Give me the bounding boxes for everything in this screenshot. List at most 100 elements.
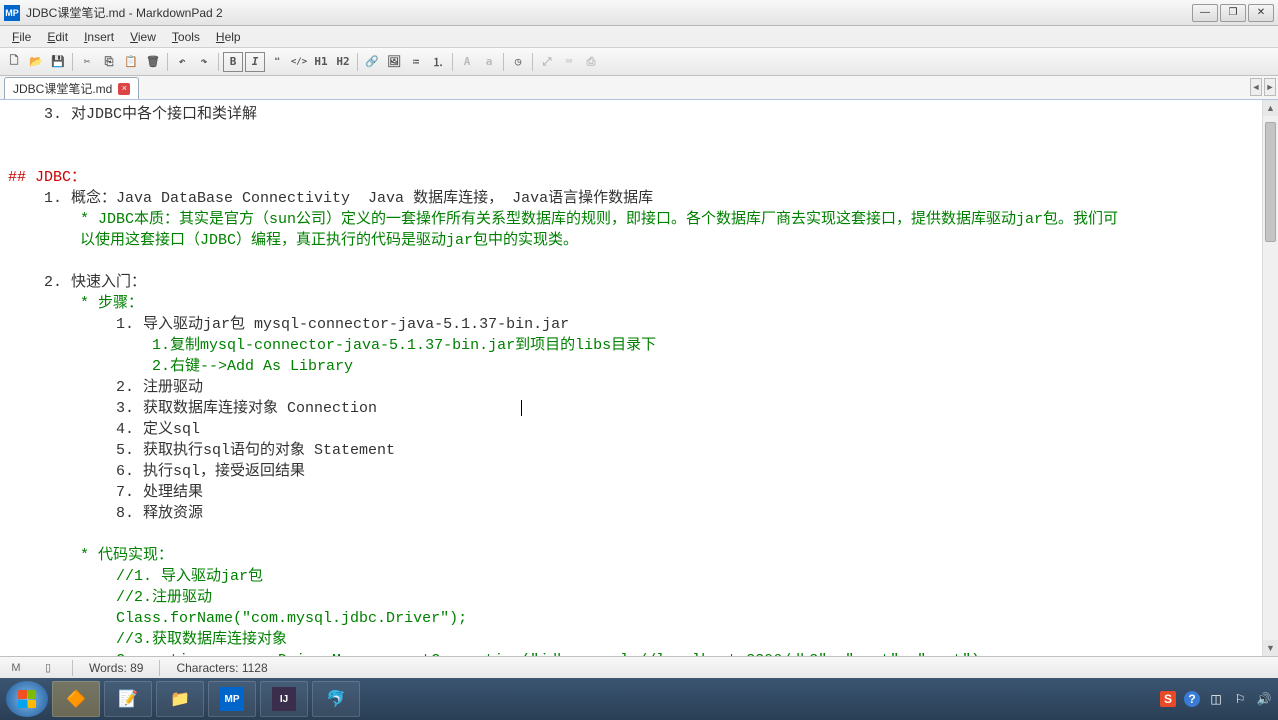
heading-h2: ## JDBC： bbox=[8, 169, 86, 186]
text-line: 获取执行sql语句的对象 Statement bbox=[143, 442, 395, 459]
list-number: 6. bbox=[8, 463, 143, 480]
bold-icon[interactable]: B bbox=[223, 52, 243, 72]
list-number: 1. bbox=[8, 316, 143, 333]
italic-icon[interactable]: I bbox=[245, 52, 265, 72]
text-line: 概念：Java DataBase Connectivity Java 数据库连接… bbox=[71, 190, 653, 207]
list-number: 7. bbox=[8, 484, 143, 501]
titlebar: MP JDBC课堂笔记.md - MarkdownPad 2 — ❐ ✕ bbox=[0, 0, 1278, 26]
menu-insert[interactable]: Insert bbox=[76, 28, 122, 46]
h1-icon[interactable]: H1 bbox=[311, 52, 331, 72]
code-icon[interactable]: </> bbox=[289, 52, 309, 72]
scroll-down-icon[interactable]: ▼ bbox=[1263, 640, 1278, 656]
maximize-button[interactable]: ❐ bbox=[1220, 4, 1246, 22]
delete-icon[interactable]: 🗑 bbox=[143, 52, 163, 72]
close-button[interactable]: ✕ bbox=[1248, 4, 1274, 22]
font-small-icon[interactable]: a bbox=[479, 52, 499, 72]
scroll-thumb[interactable] bbox=[1265, 122, 1276, 242]
text-line: 导入驱动jar包 mysql-connector-java-5.1.37-bin… bbox=[143, 316, 569, 333]
task-app1[interactable]: 🔶 bbox=[52, 681, 100, 717]
tool3-icon[interactable]: ⎙ bbox=[581, 52, 601, 72]
tabbar: JDBC课堂笔记.md × ◄ ► bbox=[0, 76, 1278, 100]
start-button[interactable] bbox=[6, 681, 48, 717]
list-number: 1. bbox=[8, 190, 71, 207]
new-icon[interactable]: 🗋 bbox=[4, 52, 24, 72]
toolbar: 🗋 📂 💾 ✂ ⎘ 📋 🗑 ↶ ↷ B I ❝ </> H1 H2 🔗 🖼 ≔ … bbox=[0, 48, 1278, 76]
scroll-up-icon[interactable]: ▲ bbox=[1263, 100, 1278, 116]
tool2-icon[interactable]: ⌨ bbox=[559, 52, 579, 72]
windows-logo-icon bbox=[18, 690, 36, 708]
text-comment: * JDBC本质：其实是官方（sun公司）定义的一套操作所有关系型数据库的规则，… bbox=[8, 211, 1118, 249]
text-comment: 1.复制mysql-connector-java-5.1.37-bin.jar到… bbox=[8, 337, 656, 354]
text-code: Class.forName("com.mysql.jdbc.Driver"); bbox=[8, 610, 467, 627]
quote-icon[interactable]: ❝ bbox=[267, 52, 287, 72]
window-title: JDBC课堂笔记.md - MarkdownPad 2 bbox=[26, 4, 1192, 21]
list-number: 8. bbox=[8, 505, 143, 522]
menubar: File Edit Insert View Tools Help bbox=[0, 26, 1278, 48]
taskbar: 🔶 📝 📁 MP IJ 🐬 S ? ◫ ⚐ 🔊 bbox=[0, 678, 1278, 720]
minimize-button[interactable]: — bbox=[1192, 4, 1218, 22]
tab-prev-icon[interactable]: ◄ bbox=[1250, 78, 1262, 96]
link-icon[interactable]: 🔗 bbox=[362, 52, 382, 72]
image-icon[interactable]: 🖼 bbox=[384, 52, 404, 72]
tray-action-icon[interactable]: ⚐ bbox=[1232, 691, 1248, 707]
tab-active[interactable]: JDBC课堂笔记.md × bbox=[4, 77, 139, 99]
ul-icon[interactable]: ≔ bbox=[406, 52, 426, 72]
tool1-icon[interactable]: ⤢ bbox=[537, 52, 557, 72]
text-comment: * 步骤： bbox=[8, 295, 143, 312]
status-chars: Characters: 1128 bbox=[176, 661, 267, 675]
copy-icon[interactable]: ⎘ bbox=[99, 52, 119, 72]
task-notepad[interactable]: 📝 bbox=[104, 681, 152, 717]
tray-help-icon[interactable]: ? bbox=[1184, 691, 1200, 707]
system-tray: S ? ◫ ⚐ 🔊 bbox=[1160, 691, 1272, 707]
tray-sound-icon[interactable]: 🔊 bbox=[1256, 691, 1272, 707]
text-line: 处理结果 bbox=[143, 484, 203, 501]
text-code: Connection conn = DriverManager.getConne… bbox=[8, 652, 989, 656]
text-line: 获取数据库连接对象 Connection bbox=[143, 400, 377, 417]
task-intellij[interactable]: IJ bbox=[260, 681, 308, 717]
status-words: Words: 89 bbox=[89, 661, 143, 675]
menu-tools[interactable]: Tools bbox=[164, 28, 208, 46]
menu-file[interactable]: File bbox=[4, 28, 39, 46]
task-app2[interactable]: 🐬 bbox=[312, 681, 360, 717]
text-cursor bbox=[521, 400, 522, 416]
text-comment: //1. 导入驱动jar包 bbox=[8, 568, 263, 585]
statusbar: M ▯ Words: 89 Characters: 1128 bbox=[0, 656, 1278, 678]
task-markdownpad[interactable]: MP bbox=[208, 681, 256, 717]
text-line: 定义sql bbox=[143, 421, 200, 438]
undo-icon[interactable]: ↶ bbox=[172, 52, 192, 72]
text-line: 注册驱动 bbox=[143, 379, 203, 396]
text-line: 3. 对JDBC中各个接口和类详解 bbox=[8, 106, 257, 123]
list-number: 3. bbox=[8, 400, 143, 417]
list-number: 5. bbox=[8, 442, 143, 459]
tray-ime-icon[interactable]: S bbox=[1160, 691, 1176, 707]
time-icon[interactable]: ◷ bbox=[508, 52, 528, 72]
text-line: 快速入门： bbox=[71, 274, 146, 291]
tray-connect-icon[interactable]: ◫ bbox=[1208, 691, 1224, 707]
open-icon[interactable]: 📂 bbox=[26, 52, 46, 72]
text-line: 执行sql，接受返回结果 bbox=[143, 463, 305, 480]
editor-content[interactable]: 3. 对JDBC中各个接口和类详解 ## JDBC： 1. 概念：Java Da… bbox=[0, 100, 1262, 656]
editor[interactable]: 3. 对JDBC中各个接口和类详解 ## JDBC： 1. 概念：Java Da… bbox=[0, 100, 1278, 656]
font-big-icon[interactable]: A bbox=[457, 52, 477, 72]
paste-icon[interactable]: 📋 bbox=[121, 52, 141, 72]
list-number: 4. bbox=[8, 421, 143, 438]
tab-next-icon[interactable]: ► bbox=[1264, 78, 1276, 96]
text-comment: //3.获取数据库连接对象 bbox=[8, 631, 287, 648]
redo-icon[interactable]: ↷ bbox=[194, 52, 214, 72]
status-view-icon[interactable]: ▯ bbox=[40, 660, 56, 676]
menu-help[interactable]: Help bbox=[208, 28, 249, 46]
task-explorer[interactable]: 📁 bbox=[156, 681, 204, 717]
scrollbar-vertical[interactable]: ▲ ▼ bbox=[1262, 100, 1278, 656]
h2-icon[interactable]: H2 bbox=[333, 52, 353, 72]
text-comment: 2.右键-->Add As Library bbox=[8, 358, 353, 375]
tab-close-icon[interactable]: × bbox=[118, 83, 130, 95]
text-comment: //2.注册驱动 bbox=[8, 589, 212, 606]
cut-icon[interactable]: ✂ bbox=[77, 52, 97, 72]
status-md-icon[interactable]: M bbox=[8, 660, 24, 676]
list-number: 2. bbox=[8, 379, 143, 396]
text-line: 释放资源 bbox=[143, 505, 203, 522]
menu-edit[interactable]: Edit bbox=[39, 28, 76, 46]
ol-icon[interactable]: ⒈ bbox=[428, 52, 448, 72]
save-icon[interactable]: 💾 bbox=[48, 52, 68, 72]
menu-view[interactable]: View bbox=[122, 28, 164, 46]
